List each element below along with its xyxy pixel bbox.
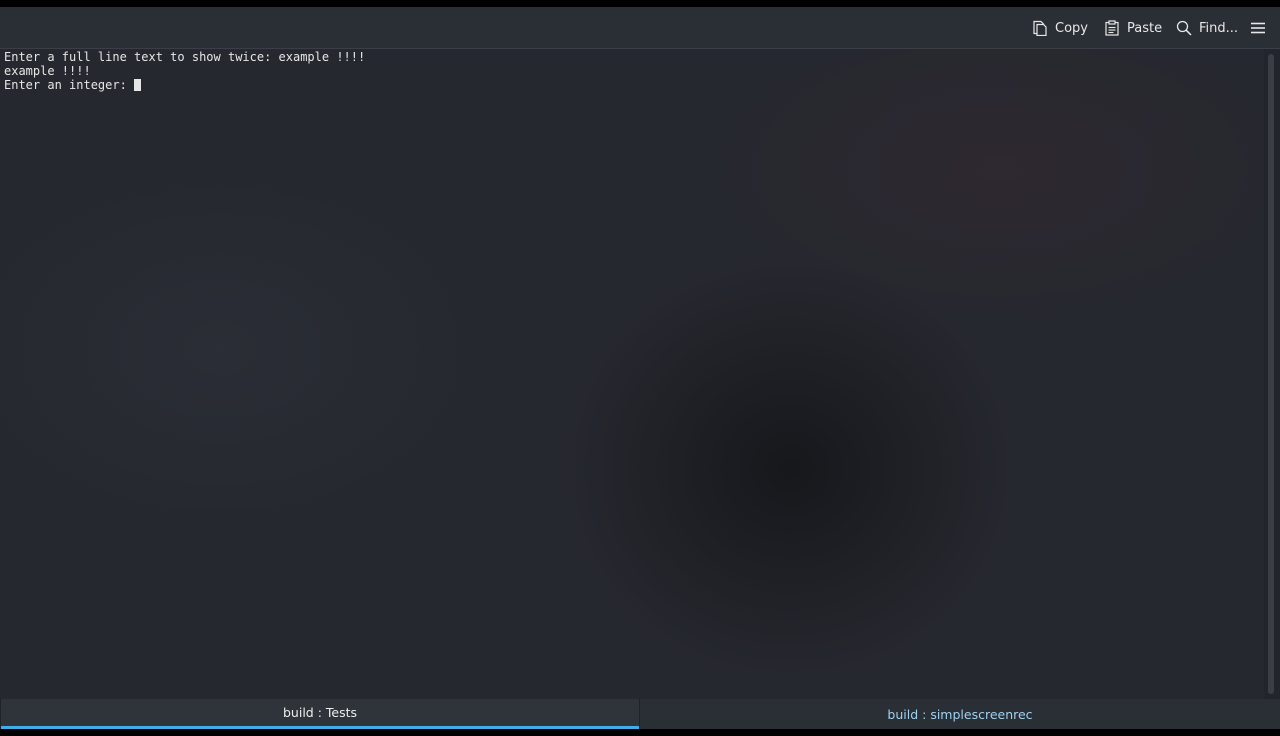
find-button[interactable]: Find... (1176, 7, 1238, 49)
find-label: Find... (1199, 20, 1239, 36)
tab-build-tests[interactable]: build : Tests (1, 699, 639, 729)
paste-icon (1104, 20, 1127, 36)
tab-label: build : simplescreenrec (887, 706, 1033, 722)
hamburger-menu-button[interactable] (1250, 7, 1266, 49)
terminal-output-area[interactable]: Enter a full line text to show twice: ex… (0, 49, 1264, 699)
terminal-text: Enter a full line text to show twice: ex… (4, 50, 366, 92)
terminal-cursor (134, 79, 142, 91)
copy-icon (1032, 20, 1055, 36)
terminal-scrollbar[interactable] (1264, 49, 1280, 699)
toolbar: Copy Paste Find... (0, 7, 1280, 49)
search-icon (1176, 20, 1199, 36)
scrollbar-thumb[interactable] (1268, 54, 1274, 694)
terminal-window: Copy Paste Find... Enter a full line tex… (0, 0, 1280, 736)
hamburger-menu-icon (1250, 20, 1266, 36)
terminal-prompt-text: Enter an integer: (4, 78, 135, 92)
copy-label: Copy (1055, 20, 1088, 36)
tab-label: build : Tests (282, 705, 358, 720)
window-top-edge (0, 0, 1280, 7)
window-bottom-edge (0, 729, 1280, 736)
terminal-line: Enter a full line text to show twice: ex… (4, 50, 366, 64)
copy-button[interactable]: Copy (1032, 7, 1088, 49)
paste-label: Paste (1127, 20, 1163, 36)
terminal-line: example !!!! (4, 64, 91, 78)
paste-button[interactable]: Paste (1104, 7, 1162, 49)
tab-build-simplescreenrec[interactable]: build : simplescreenrec (640, 699, 1280, 729)
terminal-prompt-line: Enter an integer: (4, 78, 365, 92)
